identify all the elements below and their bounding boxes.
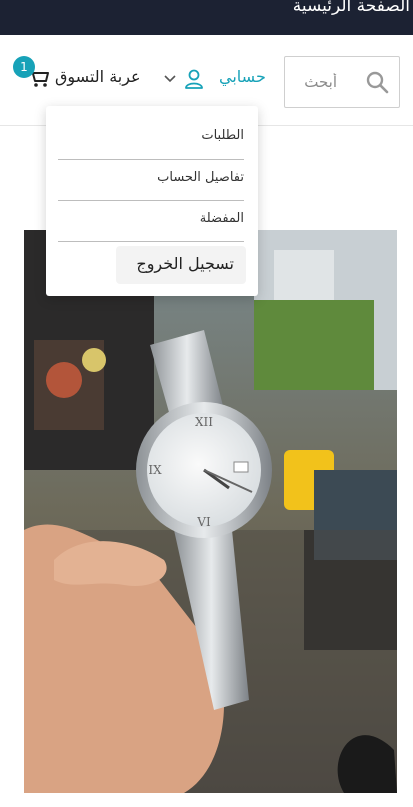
svg-text:VI: VI (196, 515, 211, 529)
menu-divider (58, 200, 244, 201)
user-icon (185, 69, 203, 89)
cart-count-badge: 1 (13, 56, 35, 78)
menu-item-account-details[interactable]: تفاصيل الحساب (58, 170, 244, 185)
logout-label[interactable]: تسجيل الخروج (136, 254, 234, 273)
logout-button[interactable]: تسجيل الخروج (116, 246, 246, 284)
svg-text:XII: XII (195, 415, 213, 429)
top-bar: الصفحة الرئيسية (0, 0, 413, 35)
menu-divider (58, 159, 244, 160)
menu-divider (58, 241, 244, 242)
account-label[interactable]: حسابي (219, 67, 266, 86)
cart-label[interactable]: عربة التسوق (55, 67, 141, 86)
search-box[interactable] (284, 56, 400, 108)
page-title[interactable]: الصفحة الرئيسية (293, 0, 410, 16)
product-image[interactable]: XII VI IX (24, 230, 397, 793)
account-dropdown-menu: الطلبات تفاصيل الحساب المفضلة تسجيل الخر… (46, 106, 258, 296)
search-input[interactable] (291, 68, 337, 96)
menu-item-orders[interactable]: الطلبات (58, 128, 244, 143)
menu-item-wishlist[interactable]: المفضلة (58, 211, 244, 226)
chevron-down-icon (164, 75, 176, 83)
search-icon[interactable] (365, 70, 389, 94)
svg-text:IX: IX (148, 463, 162, 477)
